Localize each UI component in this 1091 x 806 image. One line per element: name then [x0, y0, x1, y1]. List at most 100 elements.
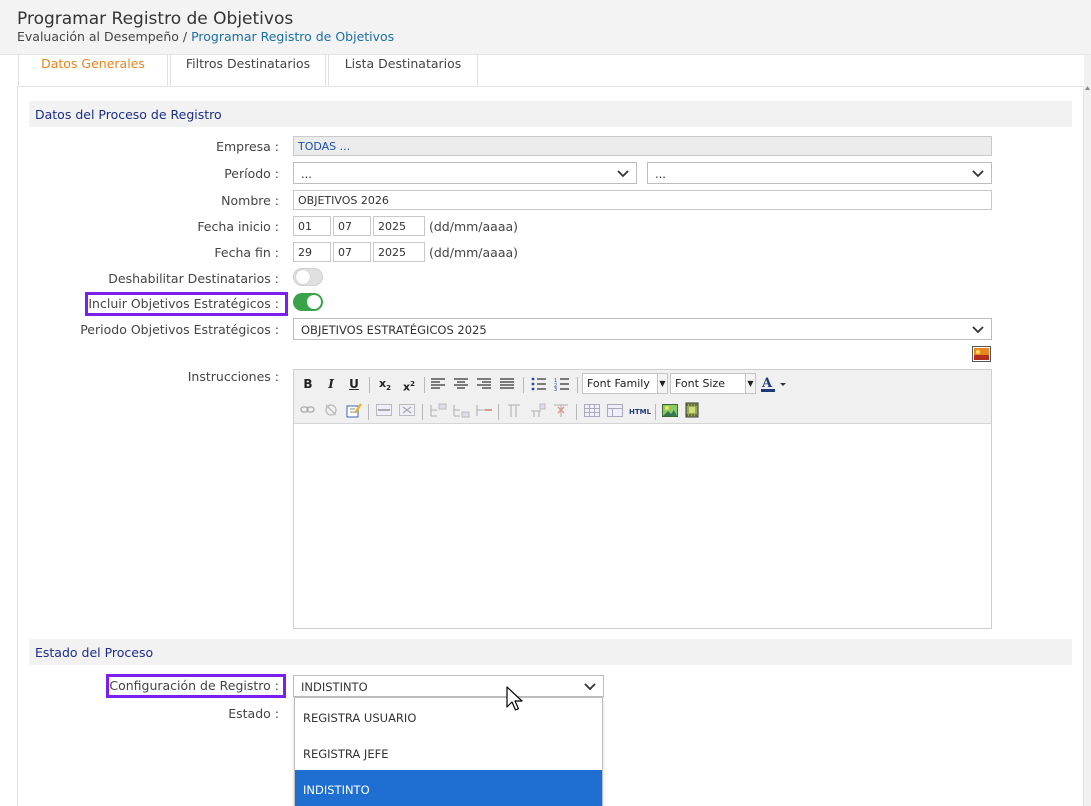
instrucciones-editor[interactable]: B I U x2 x2 123 Font Family ▼ Font Size ▼ …: [293, 369, 992, 629]
font-size-label: Font Size: [675, 377, 726, 390]
align-left-icon[interactable]: [431, 378, 445, 390]
subscript-icon[interactable]: x2: [376, 375, 394, 393]
delete-row-icon[interactable]: [475, 403, 493, 418]
table-properties-icon[interactable]: [607, 404, 623, 417]
align-center-icon[interactable]: [454, 378, 468, 390]
delete-col-icon[interactable]: [552, 403, 570, 418]
insert-image-icon[interactable]: [662, 402, 678, 417]
edit-source-icon[interactable]: [346, 403, 362, 418]
page-header: Programar Registro de Objetivos Evaluaci…: [0, 0, 1091, 55]
font-family-label: Font Family: [587, 377, 650, 390]
text-color-icon[interactable]: A: [761, 376, 787, 392]
periodo-select-2[interactable]: ...: [647, 162, 992, 184]
periodo-objetivos-label: Periodo Objetivos Estratégicos :: [80, 322, 279, 337]
fecha-fin-format-hint: (dd/mm/aaaa): [429, 245, 519, 260]
fecha-inicio-label: Fecha inicio :: [197, 219, 279, 234]
configuracion-registro-value: INDISTINTO: [301, 680, 368, 694]
toggle-knob: [307, 295, 321, 309]
fecha-inicio-format-hint: (dd/mm/aaaa): [429, 219, 519, 234]
periodo-objetivos-select[interactable]: OBJETIVOS ESTRATÉGICOS 2025: [293, 318, 992, 340]
toggle-knob: [296, 270, 310, 284]
incluir-objetivos-label: Incluir Objetivos Estratégicos :: [88, 296, 279, 311]
chevron-down-icon: [972, 170, 984, 178]
deshabilitar-destinatarios-label: Deshabilitar Destinatarios :: [108, 271, 279, 286]
mouse-cursor-icon: [506, 686, 523, 711]
vertical-scrollbar[interactable]: [1084, 55, 1091, 806]
estado-label: Estado :: [228, 706, 279, 721]
toolbar-separator: [655, 404, 656, 420]
toolbar-separator: [424, 377, 425, 393]
table-icon[interactable]: [584, 404, 600, 417]
editor-toolbar: B I U x2 x2 123 Font Family ▼ Font Size ▼ …: [294, 370, 991, 424]
scroll-up-icon[interactable]: [1084, 85, 1091, 91]
configuracion-registro-select[interactable]: INDISTINTO: [293, 675, 604, 697]
fecha-fin-label: Fecha fin :: [214, 245, 279, 260]
chevron-down-icon: [972, 326, 984, 334]
fecha-inicio-dd-input[interactable]: 01: [293, 216, 331, 236]
dropdown-arrow-icon: ▼: [657, 374, 667, 393]
chevron-down-icon: [617, 170, 629, 178]
tab-lista-destinatarios[interactable]: Lista Destinatarios: [328, 55, 478, 87]
toolbar-separator: [498, 404, 499, 420]
svg-text:A: A: [761, 376, 773, 391]
breadcrumb: Evaluación al Desempeño / Programar Regi…: [17, 29, 394, 44]
option-indistinto[interactable]: INDISTINTO: [295, 770, 602, 806]
insert-col-after-icon[interactable]: [529, 403, 547, 418]
remove-format-icon[interactable]: [399, 404, 415, 416]
incluir-objetivos-toggle[interactable]: [293, 293, 323, 311]
configuracion-registro-dropdown: REGISTRA USUARIO REGISTRA JEFE INDISTINT…: [294, 697, 603, 806]
font-family-dropdown[interactable]: Font Family ▼: [582, 373, 668, 394]
italic-icon[interactable]: I: [322, 375, 340, 393]
align-justify-icon[interactable]: [500, 378, 514, 390]
fecha-inicio-mm-input[interactable]: 07: [333, 216, 371, 236]
deshabilitar-destinatarios-toggle[interactable]: [293, 268, 323, 286]
unlink-icon[interactable]: [323, 403, 339, 417]
bullet-list-icon[interactable]: [531, 377, 546, 391]
option-registra-jefe[interactable]: REGISTRA JEFE: [295, 734, 602, 770]
insert-row-after-icon[interactable]: [452, 403, 470, 418]
horizontal-rule-icon[interactable]: [376, 404, 392, 416]
fecha-inicio-aaaa-input[interactable]: 2025: [373, 216, 425, 236]
dropdown-arrow-icon: ▼: [745, 374, 755, 393]
tab-datos-generales[interactable]: Datos Generales: [18, 55, 168, 87]
option-registra-usuario[interactable]: REGISTRA USUARIO: [295, 698, 602, 734]
section-datos-proceso-title: Datos del Proceso de Registro: [29, 101, 1072, 127]
periodo-objetivos-value: OBJETIVOS ESTRATÉGICOS 2025: [301, 323, 487, 337]
image-icon[interactable]: [972, 346, 991, 362]
breadcrumb-separator: /: [182, 29, 188, 44]
section-estado-proceso-title: Estado del Proceso: [29, 639, 1072, 665]
insert-row-before-icon[interactable]: [429, 403, 447, 418]
toolbar-separator: [369, 377, 370, 393]
periodo-select-2-value: ...: [655, 167, 666, 181]
periodo-select-1[interactable]: ...: [293, 162, 637, 184]
toolbar-separator: [576, 404, 577, 420]
font-size-dropdown[interactable]: Font Size ▼: [670, 373, 756, 394]
tab-filtros-destinatarios[interactable]: Filtros Destinatarios: [170, 55, 326, 87]
toolbar-separator: [422, 404, 423, 420]
toolbar-separator: [577, 377, 578, 393]
numbered-list-icon[interactable]: 123: [554, 377, 569, 391]
breadcrumb-parent[interactable]: Evaluación al Desempeño: [17, 29, 179, 44]
fecha-fin-mm-input[interactable]: 07: [333, 242, 371, 262]
breadcrumb-current: Programar Registro de Objetivos: [191, 29, 395, 44]
empresa-label: Empresa :: [216, 139, 279, 154]
link-icon[interactable]: [300, 404, 316, 416]
periodo-select-1-value: ...: [301, 167, 312, 181]
toolbar-separator: [523, 377, 524, 393]
align-right-icon[interactable]: [477, 378, 491, 390]
nombre-input[interactable]: OBJETIVOS 2026: [293, 190, 992, 210]
fecha-fin-aaaa-input[interactable]: 2025: [373, 242, 425, 262]
instrucciones-label: Instrucciones :: [187, 369, 279, 384]
underline-icon[interactable]: U: [345, 375, 363, 393]
toolbar-separator: [368, 404, 369, 420]
fecha-fin-dd-input[interactable]: 29: [293, 242, 331, 262]
chevron-down-icon: [584, 683, 596, 691]
page-title: Programar Registro de Objetivos: [17, 9, 294, 29]
insert-col-before-icon[interactable]: [506, 403, 524, 418]
superscript-icon[interactable]: x2: [400, 375, 418, 394]
periodo-label: Período :: [224, 166, 279, 181]
bold-icon[interactable]: B: [299, 375, 317, 393]
nombre-label: Nombre :: [221, 193, 279, 208]
insert-media-icon[interactable]: [685, 402, 699, 418]
html-source-icon[interactable]: HTML: [629, 403, 651, 421]
